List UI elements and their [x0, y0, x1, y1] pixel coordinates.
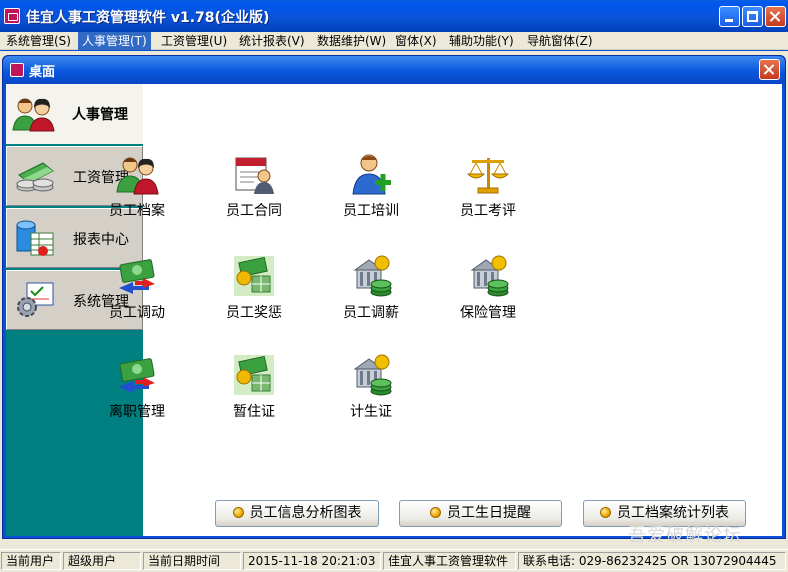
desktop-body: 人事管理 工资管理 报表中心 系统管理 员工档案 员工合同 员工培训 员工考评 …: [6, 84, 782, 536]
desktop-title-bar[interactable]: 桌面: [3, 56, 785, 84]
scale-icon: [466, 158, 510, 194]
close-button[interactable]: [765, 6, 786, 27]
module-label: 员工考评: [460, 203, 516, 219]
menu-system[interactable]: 系统管理(S): [2, 32, 75, 50]
coins-icon: [353, 354, 392, 396]
menu-window[interactable]: 窗体(X): [391, 32, 441, 50]
menu-salary[interactable]: 工资管理(U): [157, 32, 231, 50]
close-icon: [766, 7, 785, 26]
coins-icon: [470, 255, 509, 297]
button-label: 员工档案统计列表: [617, 505, 729, 521]
title-bar[interactable]: 佳宜人事工资管理软件 v1.78(企业版): [0, 0, 788, 32]
money-icon: [16, 162, 54, 192]
people-icon: [12, 98, 55, 132]
gear-checklist-icon: [17, 282, 54, 317]
nav-item-label: 报表中心: [73, 232, 129, 248]
report-analysis-chart-button[interactable]: 员工信息分析图表: [215, 500, 379, 527]
module-residence-permit[interactable]: 暂住证: [204, 353, 304, 433]
module-label: 计生证: [350, 404, 392, 420]
desktop-window: 桌面 人事管理 工资管理 报表中心 系统管理 员工档案 员工合同 员工培训 员工…: [2, 55, 786, 539]
module-label: 员工奖惩: [226, 305, 282, 321]
module-employee-records[interactable]: 员工档案: [87, 152, 187, 232]
button-label: 员工信息分析图表: [249, 505, 362, 521]
desktop-title: 桌面: [29, 65, 56, 80]
people-icon: [116, 157, 159, 195]
status-date-value: 2015-11-18 20:21:03: [243, 552, 381, 570]
maximize-icon: [747, 11, 758, 22]
module-label: 员工档案: [109, 203, 165, 219]
desktop-window-icon: [10, 63, 24, 77]
status-bar: 当前用户 超级用户 当前日期时间 2015-11-18 20:21:03 佳宜人…: [0, 549, 788, 572]
module-label: 员工调薪: [343, 305, 399, 321]
module-label: 保险管理: [460, 305, 516, 321]
module-label: 暂住证: [233, 404, 275, 420]
module-reward-punishment[interactable]: 员工奖惩: [204, 254, 304, 334]
menu-bar: 系统管理(S) 人事管理(T) 工资管理(U) 统计报表(V) 数据维护(W) …: [0, 32, 788, 50]
transfer-icon: [119, 358, 155, 393]
person-add-icon: [352, 154, 391, 195]
menu-tools[interactable]: 辅助功能(Y): [445, 32, 518, 50]
coins-icon: [353, 255, 392, 297]
status-app-name: 佳宜人事工资管理软件: [383, 552, 516, 570]
module-insurance[interactable]: 保险管理: [438, 254, 538, 334]
status-user-value: 超级用户: [63, 552, 141, 570]
watermark: 吾爱破解论坛: [628, 525, 742, 546]
maximize-button[interactable]: [742, 6, 763, 27]
report-birthday-reminder-button[interactable]: 员工生日提醒: [399, 500, 562, 527]
reward-icon: [234, 256, 274, 296]
module-employee-training[interactable]: 员工培训: [321, 152, 421, 232]
close-icon: [760, 60, 779, 79]
bullet-icon: [600, 507, 611, 518]
module-employee-evaluation[interactable]: 员工考评: [438, 152, 538, 232]
database-report-icon: [16, 220, 54, 256]
desktop-close-button[interactable]: [759, 59, 780, 80]
minimize-icon: [725, 19, 733, 22]
module-label: 员工培训: [343, 203, 399, 219]
menu-data-maintenance[interactable]: 数据维护(W): [313, 32, 390, 50]
app-icon[interactable]: [4, 8, 20, 24]
module-resignation[interactable]: 离职管理: [87, 353, 187, 433]
menu-reports[interactable]: 统计报表(V): [235, 32, 309, 50]
status-date-label: 当前日期时间: [143, 552, 241, 570]
module-birth-permit[interactable]: 计生证: [321, 353, 421, 433]
nav-item-label: 人事管理: [72, 107, 128, 123]
minimize-button[interactable]: [719, 6, 740, 27]
contract-icon: [235, 157, 274, 194]
window-title: 佳宜人事工资管理软件 v1.78(企业版): [26, 10, 270, 26]
bullet-icon: [232, 507, 244, 518]
module-employee-contract[interactable]: 员工合同: [204, 152, 304, 232]
module-employee-transfer[interactable]: 员工调动: [87, 254, 187, 334]
module-label: 离职管理: [109, 404, 165, 420]
bullet-icon: [430, 507, 441, 518]
menu-nav-window[interactable]: 导航窗体(Z): [523, 32, 597, 50]
nav-item-personnel[interactable]: 人事管理: [6, 84, 143, 144]
menu-personnel[interactable]: 人事管理(T): [78, 32, 151, 50]
transfer-icon: [119, 259, 155, 294]
module-label: 员工合同: [226, 203, 282, 219]
reward-icon: [234, 355, 274, 395]
module-label: 员工调动: [109, 305, 165, 321]
button-label: 员工生日提醒: [447, 505, 531, 521]
status-contact-phone: 联系电话: 029-86232425 OR 13072904445: [518, 552, 786, 570]
module-salary-adjustment[interactable]: 员工调薪: [321, 254, 421, 334]
status-user-label: 当前用户: [1, 552, 61, 570]
